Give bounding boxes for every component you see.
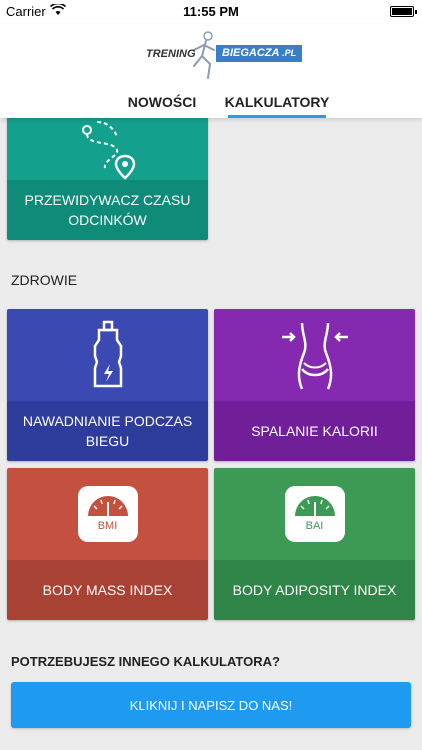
tile-bmi[interactable]: BMI BODY MASS INDEX [7,468,208,620]
scale-icon: BMI [77,486,138,542]
tile-route-predictor[interactable]: PRZEWIDYWACZ CZASU ODCINKÓW [7,100,208,240]
status-bar: Carrier 11:55 PM [0,0,422,24]
waist-slimming-icon [281,322,348,390]
tile-bmi-label: BODY MASS INDEX [7,560,208,620]
tile-bai[interactable]: BAI BODY ADIPOSITY INDEX [214,468,415,620]
tab-kalkulatory[interactable]: KALKULATORY [222,94,332,110]
logo-text-biegacza: BIEGACZA .PL [222,47,297,59]
active-tab-indicator [228,115,326,118]
tab-nowosci[interactable]: NOWOŚCI [120,94,204,110]
tile-hydration-label: NAWADNIANIE PODCZAS BIEGU [7,401,208,461]
scale-icon: BAI [284,486,345,542]
app-logo: TRENING BIEGACZA .PL [146,30,306,82]
tab-bar: NOWOŚCI KALKULATORY [0,88,422,118]
contact-us-button[interactable]: KLIKNIJ I NAPISZ DO NAS! [11,682,411,728]
tile-calories[interactable]: SPALANIE KALORII [214,309,415,461]
section-health-title: ZDROWIE [11,272,78,288]
logo-text-trening: TRENING [146,48,196,60]
tile-hydration[interactable]: NAWADNIANIE PODCZAS BIEGU [7,309,208,461]
water-bottle-icon [93,320,122,388]
bai-scale-text: BAI [305,520,324,532]
tile-route-label: PRZEWIDYWACZ CZASU ODCINKÓW [7,180,208,240]
tile-bai-label: BODY ADIPOSITY INDEX [214,560,415,620]
route-map-pin-icon [81,121,135,180]
battery-icon [390,6,417,17]
app-header: TRENING BIEGACZA .PL NOWOŚCI KALKULATORY [0,24,422,118]
clock: 11:55 PM [183,4,239,19]
bmi-scale-text: BMI [97,520,118,532]
other-calculator-question: POTRZEBUJESZ INNEGO KALKULATORA? [11,654,280,669]
tile-calories-label: SPALANIE KALORII [214,401,415,461]
